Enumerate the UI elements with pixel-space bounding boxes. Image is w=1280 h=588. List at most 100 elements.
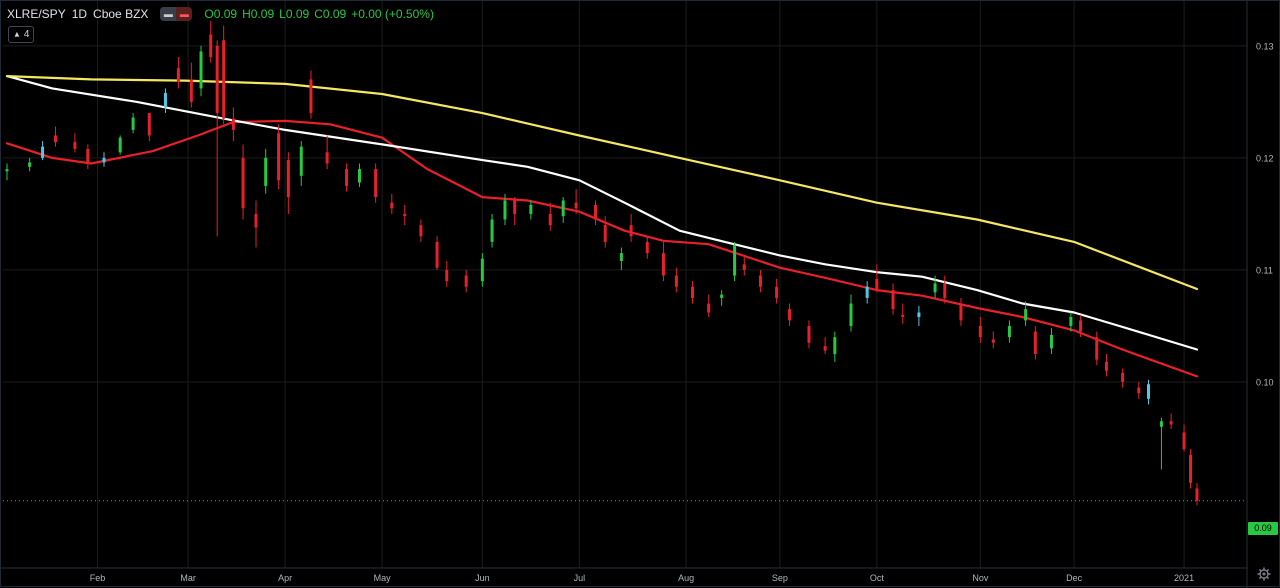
candle — [833, 331, 837, 362]
candle — [147, 113, 151, 142]
candle-body — [1007, 325, 1011, 338]
candle — [357, 163, 361, 188]
moving-average-line-3 — [5, 75, 1199, 291]
candle-body — [1169, 421, 1173, 425]
candle-body — [991, 339, 995, 343]
x-tick-label: Jun — [475, 573, 490, 583]
candle-body — [357, 169, 361, 183]
candle-body — [1146, 384, 1150, 399]
candle — [222, 25, 226, 125]
candle — [1189, 449, 1193, 489]
candle — [849, 294, 853, 332]
candle-body — [529, 204, 533, 214]
moving-average-line-1 — [5, 119, 1199, 378]
candle-body — [5, 169, 9, 172]
candle — [102, 152, 106, 167]
candle-body — [464, 275, 468, 287]
candle — [594, 200, 598, 226]
candle — [1195, 482, 1199, 506]
candle — [901, 303, 905, 324]
candle — [1121, 368, 1125, 388]
candle-body — [833, 337, 837, 354]
candle — [464, 269, 468, 293]
candle — [231, 107, 235, 142]
candle-body — [1095, 337, 1099, 360]
candle — [215, 40, 219, 237]
candle-body — [419, 225, 423, 237]
candle-body — [503, 200, 507, 220]
candle — [978, 316, 982, 343]
candle-body — [619, 253, 623, 261]
candle — [86, 144, 90, 170]
candle — [959, 297, 963, 326]
candle-body — [691, 286, 695, 298]
candle — [775, 278, 779, 304]
candle-body — [1079, 320, 1083, 332]
ohlc-high: H0.09 — [242, 7, 275, 21]
candle — [707, 294, 711, 317]
candle-body — [118, 137, 122, 153]
candle — [325, 135, 329, 170]
candle — [865, 281, 869, 304]
candle — [286, 152, 290, 214]
candle-body — [788, 309, 792, 321]
candle-body — [1069, 316, 1073, 326]
candle — [73, 133, 77, 153]
candle-body — [661, 253, 665, 276]
candle — [490, 213, 494, 248]
candle-body — [1121, 373, 1125, 382]
candle-body — [574, 202, 578, 209]
candle-body — [561, 200, 565, 217]
candle — [807, 320, 811, 349]
candle — [41, 141, 45, 161]
candle-body — [1104, 361, 1108, 371]
candle — [1049, 328, 1053, 354]
candle-body — [390, 202, 394, 209]
symbol-name[interactable]: XLRE/SPY — [7, 7, 66, 21]
x-tick-label: Aug — [678, 573, 694, 583]
candle-body — [513, 200, 517, 214]
candle-body — [209, 34, 213, 58]
candle — [529, 200, 533, 220]
price-chart-plot[interactable]: 0.13 0.12 0.11 0.10 Feb Mar Apr May Jun Jul Aug Sep… — [1, 1, 1280, 588]
candle-body — [807, 325, 811, 343]
candle-body — [86, 148, 90, 164]
interval-label[interactable]: 1D — [72, 7, 87, 21]
candle — [891, 283, 895, 315]
candle — [435, 236, 439, 270]
candle-body — [277, 133, 281, 181]
candle — [390, 193, 394, 214]
remove-icon[interactable]: ▬ — [176, 7, 193, 21]
candle-body — [403, 213, 407, 217]
visibility-toggle[interactable]: ▬ ▬ — [160, 7, 193, 21]
gear-icon[interactable] — [1257, 567, 1271, 581]
candle-body — [674, 275, 678, 287]
candle — [733, 241, 737, 282]
indicators-toggle-button[interactable]: ▼ 4 — [8, 26, 35, 43]
candle — [264, 148, 268, 194]
candle — [1182, 424, 1186, 452]
chart-container[interactable]: 0.13 0.12 0.11 0.10 Feb Mar Apr May Jun Jul Aug Sep… — [0, 0, 1280, 588]
eye-icon[interactable]: ▬ — [160, 7, 177, 21]
x-tick-label: Sep — [772, 573, 788, 583]
candle-body — [943, 283, 947, 298]
candle — [561, 197, 565, 223]
candle — [345, 163, 349, 192]
candle-body — [374, 169, 378, 198]
x-tick-label: Dec — [1066, 573, 1083, 583]
candle-body — [1195, 488, 1199, 501]
symbol-legend: XLRE/SPY 1D Cboe BZX ▬ ▬ O0.09 H0.09 L0.… — [7, 6, 439, 22]
candle-body — [445, 269, 449, 282]
candle — [1137, 381, 1141, 399]
candle-body — [102, 157, 106, 163]
candle-body — [629, 225, 633, 237]
ohlc-open: O0.09 — [204, 7, 238, 21]
candle-body — [490, 219, 494, 242]
x-tick-label: Mar — [180, 573, 196, 583]
candle — [28, 157, 32, 172]
candle-body — [299, 146, 303, 176]
indicator-count: 4 — [23, 29, 30, 40]
candle — [875, 264, 879, 293]
x-tick-label: Apr — [278, 573, 292, 583]
candle — [374, 163, 378, 203]
